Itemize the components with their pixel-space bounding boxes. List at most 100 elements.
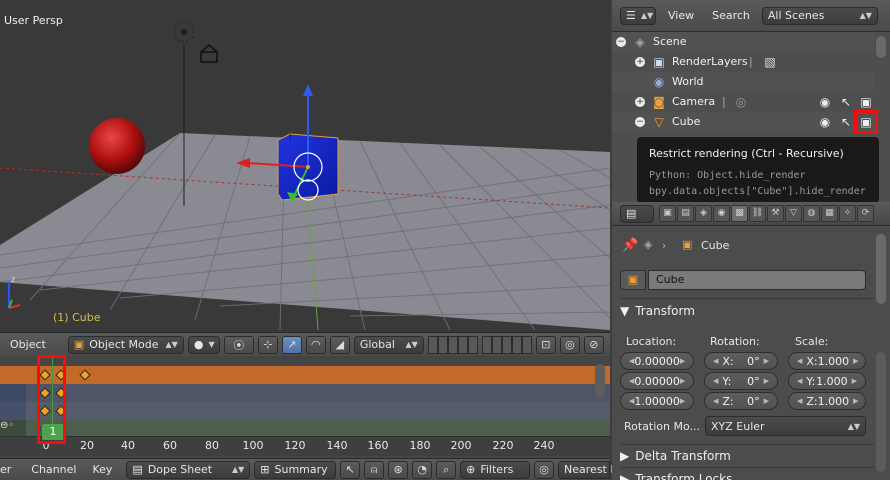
view-menu[interactable]: View [662, 9, 700, 22]
search-icon[interactable]: ⌕ [436, 460, 457, 479]
view-label: User Persp [4, 14, 63, 27]
frame-tick: 20 [80, 439, 94, 452]
snap-icon[interactable]: ⊘ [583, 335, 604, 354]
channel-row[interactable] [0, 384, 610, 402]
editor-type-dropdown[interactable]: ▤ [620, 204, 654, 223]
viewport-scene[interactable]: z [0, 0, 610, 332]
properties-scrollbar-track[interactable] [876, 352, 886, 472]
pivot-point-button[interactable]: ⦿ [223, 335, 254, 354]
dopesheet-icon: ▤ [132, 463, 143, 476]
proportional-edit-icon[interactable]: ◎ [559, 335, 580, 354]
collapse-icon[interactable]: − [635, 117, 645, 127]
location-label: Location: [626, 335, 677, 348]
summary-row[interactable] [0, 366, 610, 384]
tab-object[interactable]: ▩ [731, 205, 748, 222]
rotation-y-field[interactable]: ◀ Y: 0° ▶ [704, 372, 778, 390]
channel-row[interactable] [0, 402, 610, 420]
rotation-z-field[interactable]: ◀ Z: 0° ▶ [704, 392, 778, 410]
tab-material[interactable]: ◍ [803, 205, 820, 222]
filter-by-type-icon[interactable]: ◔ [412, 460, 433, 479]
dropdown-arrow-icon: ▲▼ [405, 340, 418, 349]
show-hidden-icon[interactable]: ⍝ [364, 460, 385, 479]
editor-mode-dropdown[interactable]: ▤ Dope Sheet ▲▼ [126, 460, 251, 479]
filters-button[interactable]: ⊕ Filters [460, 460, 531, 479]
object-name-field[interactable]: Cube [648, 270, 866, 290]
display-mode-dropdown[interactable]: All Scenes ▲▼ [761, 6, 878, 25]
selectability-cursor-icon[interactable]: ↖ [838, 114, 854, 130]
object-menu[interactable]: Object [4, 338, 52, 351]
pin-icon[interactable]: 📌 [622, 238, 638, 253]
object-mode-icon: ▣ [73, 338, 85, 351]
tab-render-layers[interactable]: ▤ [677, 205, 694, 222]
expand-icon[interactable]: + [635, 97, 645, 107]
delta-transform-title: Delta Transform [635, 449, 731, 463]
filters-label: Filters [480, 463, 514, 476]
outliner-item-camera[interactable]: + ◙ Camera | ◎ ◉ ↖ ▣ [612, 92, 874, 112]
channel-menu[interactable]: Channel [25, 463, 82, 476]
search-menu[interactable]: Search [706, 9, 756, 22]
visibility-eye-icon[interactable]: ◉ [817, 94, 833, 110]
object-type-dropdown[interactable]: ▣ [620, 270, 646, 290]
transform-panel-header[interactable]: ▼ Transform [620, 300, 874, 322]
only-selected-icon[interactable]: ↖ [340, 460, 361, 479]
rotate-manipulator-icon[interactable]: ◠ [305, 335, 326, 354]
camera-icon[interactable] [200, 44, 218, 63]
key-icon: ⌐◦ [0, 420, 15, 431]
location-y-field[interactable]: ◀ 0.00000 ▶ [620, 372, 694, 390]
render-camera-icon[interactable]: ▣ [858, 94, 874, 110]
only-errors-icon[interactable]: ⊛ [388, 460, 409, 479]
scale-z-field[interactable]: ◀ Z: 1.000 ▶ [788, 392, 866, 410]
marker-menu[interactable]: er [0, 463, 21, 476]
tab-physics[interactable]: ⟳ [857, 205, 874, 222]
snap-dropdown[interactable]: Nearest F [558, 460, 617, 479]
editor-type-dropdown[interactable]: ☰ ▲▼ [620, 6, 656, 25]
outliner-item-cube[interactable]: − ▽ Cube ◉ ↖ ▣ [612, 112, 874, 132]
outliner-item-world[interactable]: ◉ World [612, 72, 874, 92]
properties-scrollbar[interactable] [876, 234, 886, 304]
dopesheet-header: er Channel Key ▤ Dope Sheet ▲▼ ⊞ Summary… [0, 458, 617, 480]
orientation-dropdown[interactable]: Global ▲▼ [353, 335, 424, 354]
manipulator-toggle-icon[interactable]: ⊹ [257, 335, 278, 354]
auto-snap-icon[interactable]: ◎ [534, 460, 555, 479]
tab-texture[interactable]: ▦ [821, 205, 838, 222]
location-x-field[interactable]: ◀ 0.00000 ▶ [620, 352, 694, 370]
red-sphere[interactable] [89, 118, 145, 174]
expand-icon[interactable]: + [635, 57, 645, 67]
lock-layers-icon[interactable]: ⊡ [535, 335, 556, 354]
tab-render[interactable]: ▣ [659, 205, 676, 222]
location-z-field[interactable]: ◀ 1.00000 ▶ [620, 392, 694, 410]
scale-manipulator-icon[interactable]: ◢ [329, 335, 350, 354]
visibility-eye-icon[interactable]: ◉ [817, 114, 833, 130]
summary-toggle[interactable]: ⊞ Summary [254, 460, 337, 479]
viewport-shading-dropdown[interactable]: ● ▼ [187, 335, 220, 354]
3d-viewport[interactable]: z User Persp (1) Cube [0, 0, 610, 332]
tab-modifiers[interactable]: ⚒ [767, 205, 784, 222]
mode-dropdown[interactable]: ▣ Object Mode ▲▼ [67, 335, 184, 354]
outliner-item-scene[interactable]: − ◈ Scene [612, 32, 874, 52]
scale-y-field[interactable]: ◀ Y: 1.000 ▶ [788, 372, 866, 390]
tab-particles[interactable]: ✧ [839, 205, 856, 222]
tab-data[interactable]: ▽ [785, 205, 802, 222]
rotation-x-field[interactable]: ◀ X: 0° ▶ [704, 352, 778, 370]
outliner-scrollbar[interactable] [876, 36, 886, 58]
tab-constraints[interactable]: ⛓ [749, 205, 766, 222]
scale-x-field[interactable]: ◀ X: 1.000 ▶ [788, 352, 866, 370]
layer-buttons-1[interactable] [427, 335, 478, 354]
tab-world[interactable]: ◉ [713, 205, 730, 222]
outliner-item-renderlayers[interactable]: + ▣ RenderLayers | ▧ [612, 52, 874, 72]
dopesheet-area[interactable]: ⊙ 0 20 40 60 80 100 120 140 160 180 200 … [0, 356, 610, 458]
rotation-mode-label: Rotation Mo... [624, 420, 701, 433]
key-menu[interactable]: Key [86, 463, 118, 476]
tab-scene[interactable]: ◈ [695, 205, 712, 222]
layer-buttons-2[interactable] [481, 335, 532, 354]
delta-transform-panel-header[interactable]: ▶ Delta Transform [620, 445, 874, 467]
collapse-icon[interactable]: − [616, 37, 626, 47]
properties-editor[interactable]: ▤ ▣ ▤ ◈ ◉ ▩ ⛓ ⚒ ▽ ◍ ▦ ✧ ⟳ 📌 ◈ › ▣ Cube ▣… [612, 202, 890, 480]
transform-locks-panel-header[interactable]: ▶ Transform Locks [620, 468, 874, 480]
translate-manipulator-icon[interactable]: ↗ [281, 335, 302, 354]
dopesheet-scrollbar[interactable] [595, 364, 605, 398]
summary-label: Summary [274, 463, 328, 476]
panel-collapse-icon: ▼ [620, 304, 630, 318]
selectability-cursor-icon[interactable]: ↖ [838, 94, 854, 110]
rotation-mode-dropdown[interactable]: XYZ Euler ▲▼ [705, 416, 866, 436]
